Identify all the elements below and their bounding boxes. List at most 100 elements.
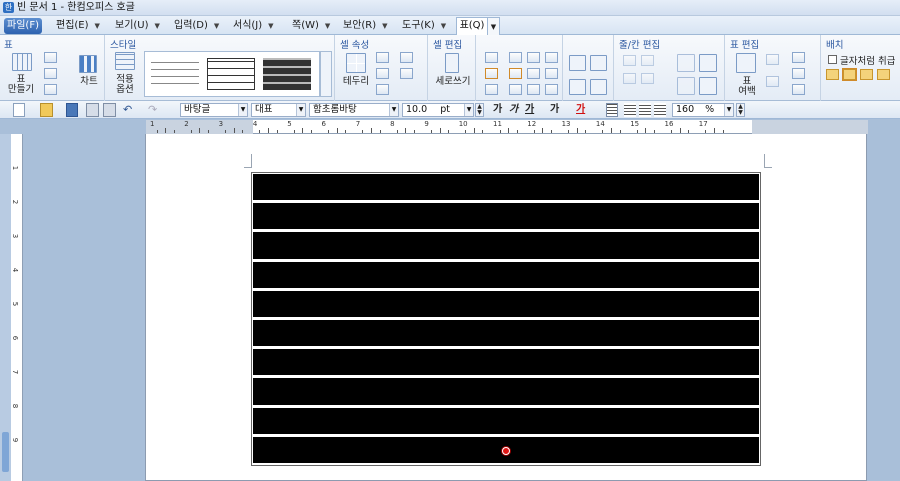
table-row[interactable] [253, 378, 759, 405]
merge-cells-icon[interactable] [569, 55, 586, 71]
insert-col-icon[interactable] [641, 55, 654, 66]
menu-table-dropdown[interactable]: ▼ [488, 17, 500, 35]
vertical-ruler[interactable]: 1 2 3 4 5 6 7 8 9 [11, 134, 23, 481]
menu-security[interactable]: 보안(R) ▼ [343, 18, 388, 34]
table-row[interactable] [253, 174, 759, 201]
draw-table-icon[interactable] [44, 52, 57, 63]
line-style-icon[interactable] [400, 52, 413, 63]
line-width-icon[interactable] [400, 68, 413, 79]
table-caption-icon[interactable] [792, 68, 805, 79]
table-grid-icon[interactable] [12, 53, 32, 71]
size-stepper[interactable]: ▲ ▼ [475, 103, 484, 117]
style-apply-icon[interactable] [115, 52, 135, 70]
table-row[interactable] [253, 261, 759, 288]
delete-row-icon[interactable] [623, 73, 636, 84]
treat-as-char-label[interactable]: 글자처럼 취급 [840, 53, 895, 67]
style-preview-plain[interactable] [151, 58, 199, 90]
undo-icon[interactable]: ↶ [123, 103, 135, 117]
table-row[interactable] [253, 203, 759, 230]
gallery-scroll[interactable] [320, 51, 332, 97]
menu-view[interactable]: 보기(U) ▼ [115, 18, 160, 34]
equal-height-icon[interactable] [677, 77, 695, 95]
style-preview-grid[interactable] [207, 58, 255, 90]
align-left-icon[interactable] [624, 103, 636, 117]
table-calc-icon[interactable] [792, 84, 805, 95]
split-cols-icon[interactable] [590, 79, 607, 95]
split-rows-icon[interactable] [569, 79, 586, 95]
align-bot-right-icon[interactable] [545, 84, 558, 95]
table-row[interactable] [253, 349, 759, 376]
insert-row-icon[interactable] [623, 55, 636, 66]
table-row[interactable] [253, 232, 759, 259]
underline-button[interactable]: 가 [525, 103, 534, 117]
align-bottom-icon[interactable] [485, 84, 498, 95]
italic-button[interactable]: 가 [509, 103, 518, 117]
font-color-button[interactable]: 가 [576, 103, 585, 117]
horizontal-ruler[interactable]: 1 2 3 4 5 6 7 8 9 10 11 12 13 14 15 16 17 [146, 120, 868, 134]
strike-button[interactable]: 가 [550, 103, 559, 117]
align-top-left-icon[interactable] [509, 52, 522, 63]
table-row[interactable] [253, 407, 759, 434]
row-height-icon[interactable] [677, 54, 695, 72]
vertical-text-icon[interactable] [445, 53, 459, 73]
menu-tools[interactable]: 도구(K) ▼ [402, 18, 446, 34]
style-select[interactable]: 바탕글 ▼ [180, 103, 248, 117]
align-middle-icon[interactable] [485, 68, 498, 79]
align-center-icon[interactable] [639, 103, 651, 117]
font-select[interactable]: 함초롬바탕 ▼ [309, 103, 399, 117]
style-preview-dark[interactable] [263, 58, 311, 90]
redo-icon[interactable]: ↷ [148, 103, 160, 117]
menu-file[interactable]: 파일(F) [4, 18, 42, 34]
align-mid-left-icon[interactable] [509, 68, 522, 79]
delete-col-icon[interactable] [641, 73, 654, 84]
border-icon[interactable] [346, 53, 366, 73]
table-row[interactable] [253, 290, 759, 317]
equal-width-icon[interactable] [699, 77, 717, 95]
table-row[interactable] [253, 320, 759, 347]
align-top-icon[interactable] [485, 52, 498, 63]
align-bot-left-icon[interactable] [509, 84, 522, 95]
para-select[interactable]: 대표 ▼ [251, 103, 306, 117]
table-props-icon[interactable] [792, 52, 805, 63]
panel-toggle-handle[interactable] [2, 432, 9, 472]
table-style-gallery[interactable] [144, 51, 320, 97]
menu-edit[interactable]: 편집(E) ▼ [56, 18, 100, 34]
chart-icon[interactable] [79, 55, 97, 73]
font-size-field[interactable]: 10.0 pt ▼ [402, 103, 474, 117]
align-top-center-icon[interactable] [527, 52, 540, 63]
table-margin-icon[interactable] [736, 53, 756, 73]
wrap-square-icon[interactable] [826, 69, 839, 80]
document-table[interactable] [251, 172, 761, 466]
preview-icon[interactable] [103, 103, 116, 117]
bold-button[interactable]: 가 [493, 103, 502, 117]
print-icon[interactable] [86, 103, 99, 117]
align-mid-center-icon[interactable] [527, 68, 540, 79]
vertical-text-label[interactable]: 세로쓰기 [431, 77, 475, 87]
line-color-icon[interactable] [376, 52, 389, 63]
align-justify-icon[interactable] [606, 103, 618, 117]
table-margin-label[interactable]: 표 여백 [732, 77, 762, 97]
border-label[interactable]: 테두리 [340, 77, 372, 87]
menu-format[interactable]: 서식(J) ▼ [233, 18, 274, 34]
fill-color-icon[interactable] [376, 68, 389, 79]
erase-table-icon[interactable] [44, 68, 57, 79]
align-mid-right-icon[interactable] [545, 68, 558, 79]
open-folder-icon[interactable] [40, 103, 53, 117]
cell-shade-icon[interactable] [376, 84, 389, 95]
wrap-top-bottom-icon[interactable] [842, 68, 857, 81]
new-doc-icon[interactable] [13, 103, 25, 117]
col-width-icon[interactable] [699, 54, 717, 72]
align-top-right-icon[interactable] [545, 52, 558, 63]
table-split-icon[interactable] [766, 76, 779, 87]
menu-insert[interactable]: 입력(D) ▼ [174, 18, 219, 34]
zoom-field[interactable]: 160 % ▼ [672, 103, 734, 117]
apply-options-label[interactable]: 적용 옵션 [110, 75, 140, 95]
menu-table[interactable]: 표(Q) [456, 17, 488, 35]
chart-label[interactable]: 차트 [78, 77, 100, 87]
zoom-stepper[interactable]: ▲ ▼ [736, 103, 745, 117]
wrap-front-icon[interactable] [877, 69, 890, 80]
make-table-label[interactable]: 표 만들기 [4, 75, 38, 95]
treat-as-char-checkbox[interactable] [828, 55, 837, 64]
wrap-behind-icon[interactable] [860, 69, 873, 80]
table-convert-icon[interactable] [44, 84, 57, 95]
